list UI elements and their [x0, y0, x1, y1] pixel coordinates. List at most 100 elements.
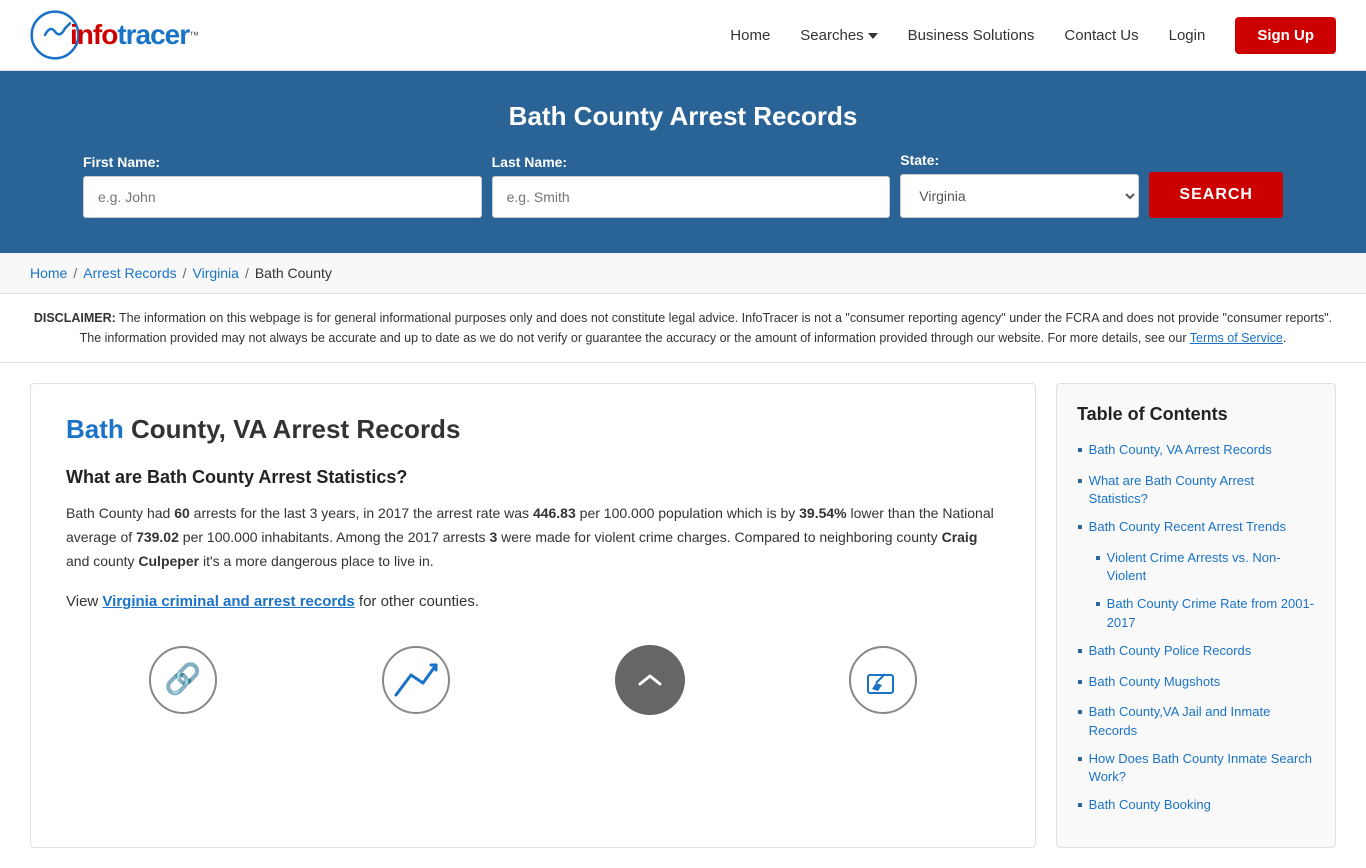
breadcrumb-bar: Home / Arrest Records / Virginia / Bath …: [0, 253, 1366, 294]
para1-arrests: 60: [174, 505, 190, 521]
last-name-label: Last Name:: [492, 154, 891, 170]
disclaimer-period: .: [1283, 331, 1286, 345]
toc-link-3[interactable]: Violent Crime Arrests vs. Non-Violent: [1107, 549, 1315, 585]
toc-item: ▪ Bath County Mugshots: [1077, 673, 1315, 694]
breadcrumb-sep-2: /: [183, 265, 187, 281]
last-name-input[interactable]: [492, 176, 891, 218]
para1-mid4: per 100.000 inhabitants. Among the 2017 …: [179, 529, 490, 545]
first-name-group: First Name:: [83, 154, 482, 218]
search-button[interactable]: SEARCH: [1149, 172, 1283, 218]
para1-national: 739.02: [136, 529, 179, 545]
breadcrumb-arrest-records[interactable]: Arrest Records: [83, 265, 176, 281]
chevron-down-icon: [868, 33, 878, 39]
toc-bullet: ▪: [1095, 595, 1101, 616]
state-select[interactable]: AlabamaAlaskaArizonaArkansasCaliforniaCo…: [900, 174, 1139, 218]
para1-mid1: arrests for the last 3 years, in 2017 th…: [190, 505, 533, 521]
para1-end: it's a more dangerous place to live in.: [199, 553, 434, 569]
article-section: Bath County, VA Arrest Records What are …: [30, 383, 1036, 848]
trend-up-icon: [381, 645, 451, 715]
toc-list: ▪ Bath County, VA Arrest Records ▪ What are…: [1077, 441, 1315, 817]
toc-link-0[interactable]: Bath County, VA Arrest Records: [1089, 441, 1272, 459]
toc-title: Table of Contents: [1077, 404, 1315, 425]
state-label: State:: [900, 152, 1139, 168]
arrest-icon: 🔗: [148, 645, 218, 715]
toc-item: ▪ Bath County, VA Arrest Records: [1077, 441, 1315, 462]
nav-contact-us[interactable]: Contact Us: [1064, 27, 1138, 44]
view-link[interactable]: Virginia criminal and arrest records: [102, 593, 354, 610]
first-name-input[interactable]: [83, 176, 482, 218]
view-post: for other counties.: [355, 593, 479, 610]
state-group: State: AlabamaAlaskaArizonaArkansasCalif…: [900, 152, 1139, 218]
breadcrumb-home[interactable]: Home: [30, 265, 67, 281]
toc-bullet: ▪: [1077, 750, 1083, 771]
article-para-view: View Virginia criminal and arrest record…: [66, 589, 1000, 615]
breadcrumb-virginia[interactable]: Virginia: [193, 265, 239, 281]
toc-bullet: ▪: [1077, 472, 1083, 493]
para1-mid6: and county: [66, 553, 138, 569]
nav-business-solutions[interactable]: Business Solutions: [908, 27, 1035, 44]
breadcrumb-sep-1: /: [73, 265, 77, 281]
last-name-group: Last Name:: [492, 154, 891, 218]
first-name-label: First Name:: [83, 154, 482, 170]
breadcrumb: Home / Arrest Records / Virginia / Bath …: [30, 265, 1336, 281]
disclaimer-bar: DISCLAIMER: The information on this webp…: [0, 294, 1366, 363]
toc-link-9[interactable]: Bath County Booking: [1089, 796, 1211, 814]
toc-link-7[interactable]: Bath County,VA Jail and Inmate Records: [1089, 703, 1315, 739]
logo-text-red: info: [70, 19, 117, 50]
toc-item: ▪ Violent Crime Arrests vs. Non-Violent: [1095, 549, 1315, 585]
toc-bullet: ▪: [1077, 441, 1083, 462]
search-form: First Name: Last Name: State: AlabamaAla…: [83, 152, 1283, 218]
logo-text-blue: tracer: [117, 19, 189, 50]
svg-text:🔗: 🔗: [164, 660, 201, 697]
toc-bullet: ▪: [1077, 673, 1083, 694]
para1-culpeper: Culpeper: [138, 553, 199, 569]
nav-searches[interactable]: Searches: [800, 27, 877, 44]
toc-bullet: ▪: [1077, 703, 1083, 724]
article-title-rest: County, VA Arrest Records: [124, 414, 461, 444]
edit-icon: [848, 645, 918, 715]
terms-of-service-link[interactable]: Terms of Service: [1190, 331, 1283, 345]
toc-item: ▪ Bath County Booking: [1077, 796, 1315, 817]
logo-area: infotracer™: [30, 10, 199, 60]
breadcrumb-sep-3: /: [245, 265, 249, 281]
toc-link-1[interactable]: What are Bath County Arrest Statistics?: [1089, 472, 1315, 508]
login-button[interactable]: Login: [1169, 27, 1206, 44]
article-title-highlight: Bath: [66, 414, 124, 444]
disclaimer-label: DISCLAIMER:: [34, 311, 116, 325]
toc-bullet: ▪: [1095, 549, 1101, 570]
toc-item: ▪ Bath County,VA Jail and Inmate Records: [1077, 703, 1315, 739]
toc-bullet: ▪: [1077, 518, 1083, 539]
site-header: infotracer™ Home Searches Business Solut…: [0, 0, 1366, 71]
nav-home[interactable]: Home: [730, 27, 770, 44]
signup-button[interactable]: Sign Up: [1235, 17, 1336, 54]
main-nav: Home Searches Business Solutions Contact…: [730, 17, 1336, 54]
article-title: Bath County, VA Arrest Records: [66, 414, 1000, 445]
article-para-1: Bath County had 60 arrests for the last …: [66, 502, 1000, 573]
toc-bullet: ▪: [1077, 642, 1083, 663]
toc-link-2[interactable]: Bath County Recent Arrest Trends: [1089, 518, 1286, 536]
table-of-contents: Table of Contents ▪ Bath County, VA Arres…: [1056, 383, 1336, 848]
scroll-top-icon[interactable]: [615, 645, 685, 715]
section1-title: What are Bath County Arrest Statistics?: [66, 467, 1000, 488]
para1-mid2: per 100.000 population which is by: [576, 505, 799, 521]
hero-section: Bath County Arrest Records First Name: L…: [0, 71, 1366, 253]
toc-link-4[interactable]: Bath County Crime Rate from 2001-2017: [1107, 595, 1315, 631]
para1-rate: 446.83: [533, 505, 576, 521]
para1-mid5: were made for violent crime charges. Com…: [497, 529, 941, 545]
toc-link-6[interactable]: Bath County Mugshots: [1089, 673, 1221, 691]
disclaimer-text: The information on this webpage is for g…: [80, 311, 1333, 345]
view-pre: View: [66, 593, 102, 610]
toc-item: ▪ Bath County Recent Arrest Trends: [1077, 518, 1315, 539]
para1-pre: Bath County had: [66, 505, 174, 521]
toc-item: ▪ What are Bath County Arrest Statistics?: [1077, 472, 1315, 508]
logo-tm: ™: [189, 30, 199, 41]
hero-title: Bath County Arrest Records: [30, 101, 1336, 132]
main-content: Bath County, VA Arrest Records What are …: [0, 363, 1366, 868]
toc-item: ▪ Bath County Police Records: [1077, 642, 1315, 663]
toc-item: ▪ Bath County Crime Rate from 2001-2017: [1095, 595, 1315, 631]
toc-bullet: ▪: [1077, 796, 1083, 817]
icons-row: 🔗: [66, 635, 1000, 715]
toc-link-5[interactable]: Bath County Police Records: [1089, 642, 1252, 660]
breadcrumb-bath-county: Bath County: [255, 265, 332, 281]
para1-pct: 39.54%: [799, 505, 846, 521]
